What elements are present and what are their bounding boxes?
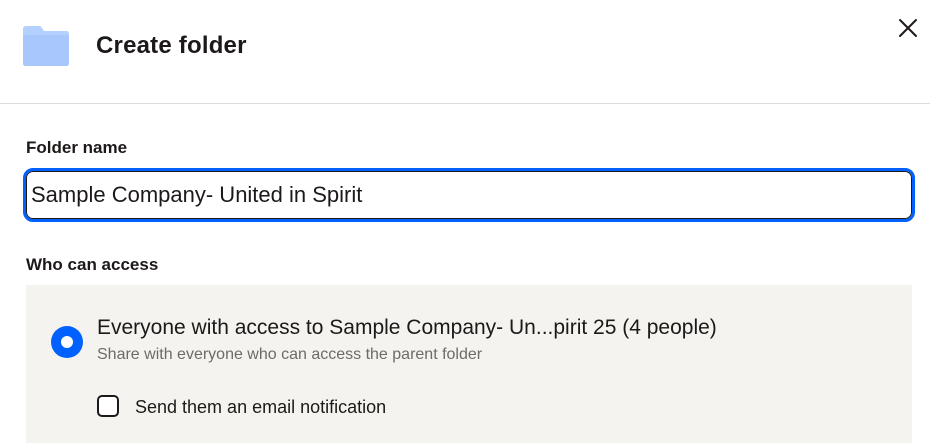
dialog-title: Create folder: [96, 32, 247, 59]
dialog-header: Create folder: [0, 0, 930, 104]
folder-icon: [21, 25, 71, 67]
who-can-access-label: Who can access: [26, 255, 159, 274]
email-notification-label[interactable]: Send them an email notification: [135, 396, 386, 418]
email-notification-checkbox[interactable]: [97, 395, 119, 417]
access-everyone-radio[interactable]: [51, 326, 83, 358]
folder-name-label: Folder name: [26, 138, 128, 157]
close-icon: [899, 19, 917, 37]
access-option-subtitle: Share with everyone who can access the p…: [97, 346, 483, 363]
close-button[interactable]: [894, 14, 922, 42]
folder-name-field-wrapper: [23, 168, 915, 222]
folder-name-input[interactable]: [31, 173, 891, 217]
access-option-title: Everyone with access to Sample Company- …: [97, 316, 717, 339]
access-options-panel: Everyone with access to Sample Company- …: [26, 285, 912, 443]
create-folder-dialog: Create folder Folder name Who can access…: [0, 0, 930, 443]
